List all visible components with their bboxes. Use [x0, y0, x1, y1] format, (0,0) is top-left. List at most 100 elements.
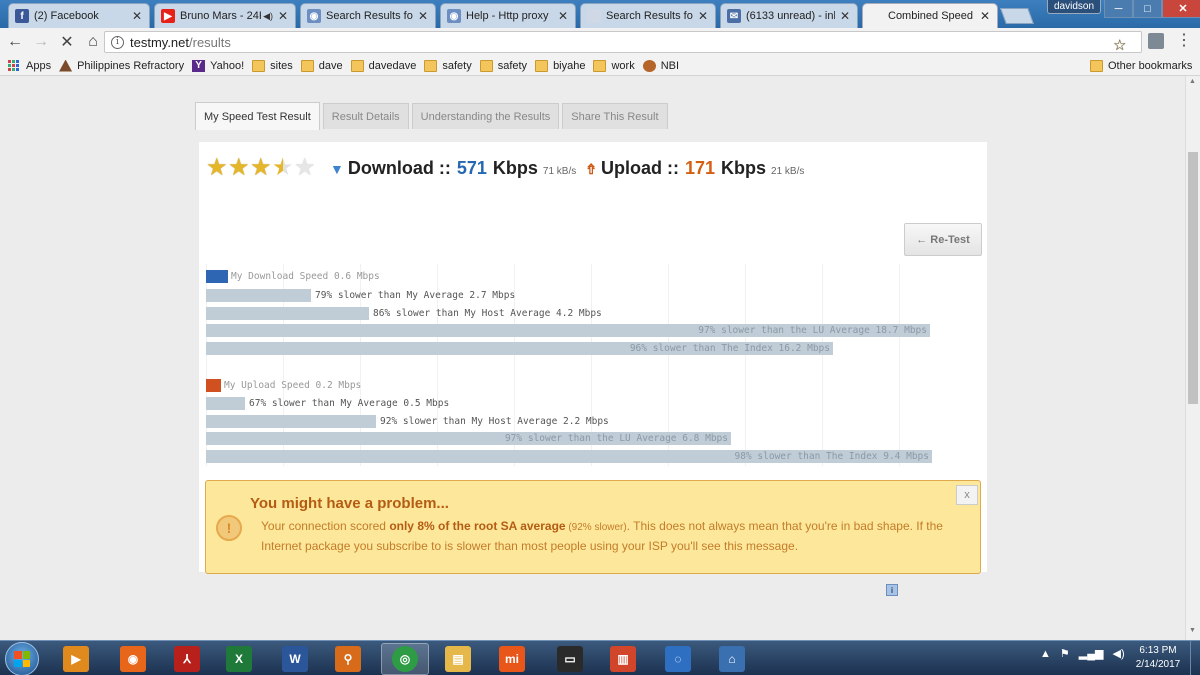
taskbar-app-button[interactable]: ◌ — [654, 643, 702, 675]
bookmark-apps[interactable]: Apps — [8, 60, 51, 72]
scroll-up-icon[interactable]: ▲ — [1189, 78, 1196, 85]
upload-unit: Kbps — [721, 158, 767, 178]
bookmark-item[interactable]: biyahe — [535, 59, 585, 72]
action-center-icon[interactable]: ⚑ — [1060, 647, 1070, 660]
tray-expand-icon[interactable]: ▲ — [1040, 648, 1051, 660]
close-window-icon[interactable]: ✕ — [1162, 0, 1200, 18]
close-tab-icon[interactable]: ✕ — [839, 9, 851, 23]
show-desktop-button[interactable] — [1190, 641, 1200, 675]
clock-date: 2/14/2017 — [1135, 659, 1181, 670]
back-button[interactable]: ← — [4, 31, 26, 53]
tab-title: Search Results for — [326, 10, 413, 22]
taskbar-app-button[interactable]: ▥ — [599, 643, 647, 675]
scrollbar-thumb[interactable] — [1188, 152, 1198, 404]
menu-icon[interactable]: ⋮ — [1176, 32, 1192, 50]
result-tab[interactable]: Result Details — [322, 103, 409, 129]
clock-time: 6:13 PM — [1139, 645, 1177, 656]
browser-tab[interactable]: Search Results for ✕ — [580, 3, 716, 28]
result-tab[interactable]: My Speed Test Result — [195, 102, 320, 130]
taskbar-app-button[interactable]: ◎ — [381, 643, 429, 675]
home-button[interactable]: ⌂ — [82, 31, 104, 53]
taskbar-app-button[interactable]: X — [215, 643, 263, 675]
close-tab-icon[interactable]: ✕ — [417, 9, 429, 23]
facebook-icon: f — [15, 9, 29, 23]
result-tab[interactable]: Understanding the Results — [411, 103, 560, 129]
bookmark-item[interactable]: Y Yahoo! — [192, 59, 244, 72]
bookmark-item[interactable]: safety — [424, 59, 472, 72]
result-tabs: My Speed Test Result Result Details Unders… — [195, 102, 671, 130]
alert-message: Your connection scored only 8% of the ro… — [261, 517, 961, 556]
bookmark-item[interactable]: dave — [300, 59, 343, 72]
comparison-bar-label: 98% slower than The Index 9.4 Mbps — [734, 450, 929, 462]
bookmark-star-icon[interactable]: ☆ — [1113, 33, 1135, 57]
stop-button[interactable]: ✕ — [56, 31, 78, 53]
taskbar-app-button[interactable]: mi — [488, 643, 536, 675]
alert-close-button[interactable]: x — [956, 485, 978, 505]
comparison-bar-label: 67% slower than My Average 0.5 Mbps — [249, 398, 450, 409]
folder-icon — [479, 59, 493, 72]
page-scrollbar[interactable]: ▲ ▼ — [1185, 76, 1200, 640]
comparison-bar-row: 96% slower than The Index 16.2 Mbps — [206, 341, 936, 355]
minimize-icon[interactable]: ─ — [1104, 0, 1133, 18]
bookmarks-bar: Apps Philippines Refractory Y Yahoo! sites d… — [0, 56, 1200, 76]
taskbar-app-button[interactable]: ⅄ — [163, 643, 211, 675]
scroll-down-icon[interactable]: ▼ — [1189, 627, 1196, 634]
bookmark-label: dave — [318, 59, 343, 72]
audio-playing-icon[interactable]: ◀) — [263, 11, 273, 22]
comparison-bar — [206, 289, 311, 302]
upload-value: 171 — [684, 158, 716, 178]
taskbar-app-button[interactable]: ⌂ — [708, 643, 756, 675]
browser-tab[interactable]: f (2) Facebook ✕ — [8, 3, 150, 28]
comparison-bar-row: 97% slower than the LU Average 18.7 Mbps — [206, 324, 936, 337]
network-icon[interactable]: ▂▄▆ — [1079, 647, 1104, 660]
presentation-icon: ▥ — [610, 646, 636, 672]
comparison-bar-label: 92% slower than My Host Average 2.2 Mbps — [380, 415, 609, 427]
star-full-icon: ★ — [250, 153, 272, 181]
browser-tab[interactable]: ✉ (6133 unread) - inbox ✕ — [720, 3, 858, 28]
ad-info-icon[interactable]: i — [886, 584, 898, 596]
bookmark-item[interactable]: NBI — [642, 59, 679, 72]
browser-tab[interactable]: Combined Speed Test ✕ — [862, 3, 998, 28]
taskbar-app-button[interactable]: ▤ — [434, 643, 482, 675]
folder-icon — [1090, 59, 1103, 72]
yahoo-icon: Y — [192, 59, 206, 72]
volume-icon[interactable]: ◀) — [1112, 647, 1124, 660]
clock[interactable]: 6:13 PM 2/14/2017 — [1128, 644, 1188, 672]
maximize-icon[interactable]: □ — [1133, 0, 1162, 18]
taskbar-app-button[interactable]: W — [271, 643, 319, 675]
tab-title: (6133 unread) - inbox — [746, 10, 835, 22]
taskbar-app-button[interactable]: ⚲ — [324, 643, 372, 675]
close-tab-icon[interactable]: ✕ — [131, 9, 143, 23]
taskbar-app-button[interactable]: ◉ — [109, 643, 157, 675]
extension-icon[interactable] — [1148, 33, 1164, 49]
file-explorer-icon: ▤ — [445, 646, 471, 672]
bookmark-item[interactable]: davedave — [350, 59, 416, 72]
forward-button[interactable]: → — [30, 31, 52, 53]
taskbar-app-button[interactable]: ▭ — [546, 643, 594, 675]
alert-small: (92% slower) — [565, 522, 627, 533]
bookmark-item[interactable]: work — [593, 59, 635, 72]
comparison-bar — [206, 414, 376, 428]
browser-tab[interactable]: ▶ Bruno Mars - 24K Magic◀) ✕ — [154, 3, 296, 28]
close-tab-icon[interactable]: ✕ — [277, 9, 289, 23]
browser-tab[interactable]: ◉ Help - Http proxy ✕ — [440, 3, 576, 28]
bookmark-item[interactable]: Philippines Refractory — [59, 59, 184, 72]
bookmark-item[interactable]: sites — [252, 59, 293, 72]
close-tab-icon[interactable]: ✕ — [979, 9, 991, 23]
result-tab[interactable]: Share This Result — [562, 103, 668, 129]
browser-tab[interactable]: ◉ Search Results for ✕ — [300, 3, 436, 28]
retest-button[interactable]: ← Re-Test — [904, 223, 982, 256]
address-bar[interactable]: i testmy.net/results ☆ — [104, 31, 1142, 54]
page-info-icon[interactable]: i — [111, 35, 124, 49]
start-button[interactable] — [5, 642, 39, 675]
taskbar-app-button[interactable]: ▶ — [52, 643, 100, 675]
close-tab-icon[interactable]: ✕ — [557, 9, 569, 23]
nbi-icon — [642, 59, 656, 72]
bookmark-label: sites — [270, 59, 293, 72]
other-bookmarks[interactable]: Other bookmarks — [1090, 59, 1192, 72]
close-tab-icon[interactable]: ✕ — [697, 9, 709, 23]
comparison-bar-label: 97% slower than the LU Average 18.7 Mbps — [698, 325, 927, 336]
profile-button[interactable]: davidson — [1047, 0, 1101, 14]
new-tab-button[interactable] — [1000, 8, 1034, 24]
bookmark-item[interactable]: safety — [479, 59, 527, 72]
